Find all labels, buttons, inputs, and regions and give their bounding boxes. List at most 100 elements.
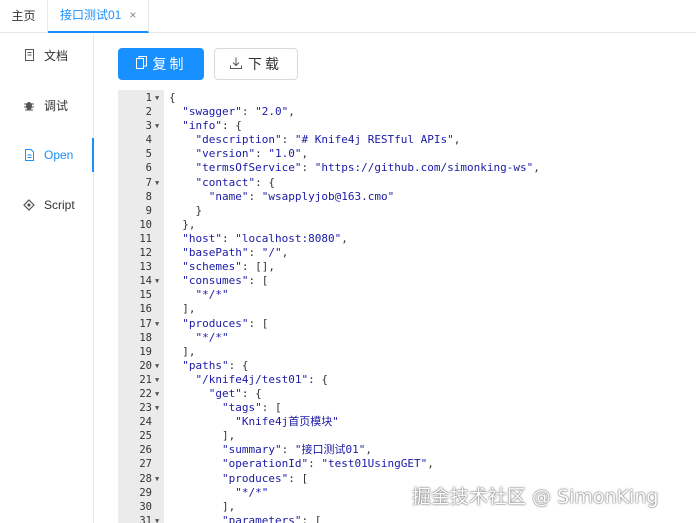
- tab-bar: 主页 接口测试01 ×: [0, 0, 696, 33]
- code-text: "schemes": [],: [182, 260, 275, 274]
- code-text: ],: [169, 344, 196, 358]
- download-button-label: 下载: [248, 56, 282, 72]
- code-line: 21 ▼ "/knife4j/test01": {: [118, 373, 696, 387]
- code-line: 13 "schemes": [],: [118, 260, 696, 274]
- code-text: "parameters": [: [221, 513, 322, 523]
- code-editor[interactable]: 1 ▼{2 "swagger": "2.0", 3 ▼ "info": {4 "des…: [118, 90, 696, 523]
- code-line: 15 "*/*": [118, 288, 696, 302]
- code-line: 8 "name": "wsapplyjob@163.cmo": [118, 190, 696, 204]
- code-line: 25 ],: [118, 429, 696, 443]
- code-line: 18 "*/*": [118, 331, 696, 345]
- code-text: "description": "# Knife4j RESTful APIs",: [195, 133, 461, 147]
- code-text: "name": "wsapplyjob@163.cmo": [208, 189, 395, 203]
- line-number: 1: [145, 92, 152, 104]
- tab-api-test[interactable]: 接口测试01 ×: [48, 0, 150, 33]
- code-text: "contact": {: [195, 175, 275, 189]
- code-text: ],: [169, 429, 236, 443]
- watermark: 掘金技术社区 @ SimonKing: [412, 486, 659, 508]
- fold-arrow-icon[interactable]: ▼: [155, 373, 159, 387]
- line-number: 23: [139, 402, 152, 415]
- line-number: 16: [139, 303, 152, 316]
- fold-arrow-icon[interactable]: ▼: [155, 317, 159, 331]
- fold-arrow-icon[interactable]: ▼: [155, 387, 159, 401]
- fold-arrow-icon[interactable]: ▼: [155, 514, 159, 523]
- copy-button[interactable]: 复制: [118, 48, 204, 80]
- fold-arrow-icon[interactable]: ▼: [155, 119, 159, 133]
- code-text: "paths": {: [182, 358, 249, 372]
- line-number: 27: [139, 458, 152, 471]
- line-number: 20: [139, 359, 152, 372]
- line-number: 31: [139, 514, 152, 523]
- copy-icon: [135, 56, 147, 72]
- code-line: 12 "basePath": "/",: [118, 246, 696, 260]
- menu-item-open-label: Open: [44, 148, 74, 162]
- line-number: 6: [145, 162, 152, 175]
- fold-arrow-icon[interactable]: ▼: [155, 91, 159, 105]
- line-number: 4: [145, 134, 152, 147]
- code-text: "produces": [: [221, 471, 309, 485]
- code-line: 24 "Knife4j首页模块": [118, 415, 696, 429]
- code-text: {: [169, 91, 176, 104]
- code-text: "produces": [: [182, 316, 269, 330]
- code-line: 26 "summary": "接口测试01",: [118, 443, 696, 457]
- line-number: 21: [139, 373, 152, 386]
- line-number: 8: [145, 190, 152, 203]
- line-number: 10: [139, 218, 152, 231]
- line-number: 25: [139, 430, 152, 443]
- line-number: 29: [139, 486, 152, 499]
- fold-arrow-icon[interactable]: ▼: [155, 359, 159, 373]
- code-text: "get": {: [208, 386, 262, 400]
- menu-item-document-label: 文档: [44, 48, 69, 63]
- line-number: 5: [145, 148, 152, 161]
- tab-api-test-label: 接口测试01: [60, 8, 122, 22]
- menu-item-debug-label: 调试: [44, 98, 69, 113]
- left-menu: 文档 调试 Open Script: [0, 34, 94, 523]
- code-line: 22 ▼ "get": {: [118, 387, 696, 401]
- code-line: 1 ▼ {: [118, 91, 696, 105]
- code-line: 7 ▼ "contact": {: [118, 176, 696, 190]
- code-text: "basePath": "/",: [182, 246, 289, 260]
- bug-icon: [22, 99, 36, 111]
- fold-arrow-icon[interactable]: ▼: [155, 176, 159, 190]
- line-number: 15: [139, 289, 152, 302]
- code-line: 3 ▼ "info": {: [118, 119, 696, 133]
- download-icon: [230, 57, 242, 72]
- code-line: 16 ],: [118, 302, 696, 316]
- menu-item-document[interactable]: 文档: [0, 38, 94, 72]
- code-text: "swagger": "2.0",: [182, 105, 295, 119]
- menu-item-script[interactable]: Script: [0, 188, 94, 222]
- code-text: ],: [169, 499, 236, 513]
- tab-home-label: 主页: [11, 9, 36, 23]
- menu-item-open[interactable]: Open: [0, 138, 94, 172]
- code-line: 11 "host": "localhost:8080",: [118, 232, 696, 246]
- code-text: },: [169, 217, 196, 231]
- line-number: 17: [139, 317, 152, 330]
- code-line: 20 ▼ "paths": {: [118, 359, 696, 373]
- line-number: 24: [139, 416, 152, 429]
- fold-arrow-icon[interactable]: ▼: [155, 472, 159, 486]
- code-line: 17 ▼ "produces": [: [118, 317, 696, 331]
- menu-item-debug[interactable]: 调试: [0, 88, 94, 122]
- close-icon[interactable]: ×: [129, 0, 136, 31]
- fold-arrow-icon[interactable]: ▼: [155, 274, 159, 288]
- tab-home[interactable]: 主页: [0, 0, 48, 33]
- code-line: 5 "version": "1.0",: [118, 147, 696, 161]
- line-number: 14: [139, 275, 152, 288]
- fold-arrow-icon[interactable]: ▼: [155, 401, 159, 415]
- code-line: 14 ▼ "consumes": [: [118, 274, 696, 288]
- code-text: "*/*": [195, 288, 229, 302]
- code-text: "*/*": [235, 485, 269, 499]
- code-line: 23 ▼ "tags": [: [118, 401, 696, 415]
- line-number: 7: [145, 176, 152, 189]
- code-text: "tags": [: [221, 401, 282, 415]
- line-number: 11: [139, 232, 152, 245]
- download-button[interactable]: 下载: [214, 48, 298, 80]
- code-line: 6 "termsOfService": "https://github.com/…: [118, 161, 696, 175]
- code-text: ],: [169, 302, 196, 316]
- code-line: 31 ▼ "parameters": [: [118, 514, 696, 523]
- code-text: "operationId": "test01UsingGET",: [221, 457, 434, 471]
- line-number: 12: [139, 247, 152, 260]
- code-text: "*/*": [195, 330, 229, 344]
- line-number: 22: [139, 387, 152, 400]
- code-text: "host": "localhost:8080",: [182, 231, 348, 245]
